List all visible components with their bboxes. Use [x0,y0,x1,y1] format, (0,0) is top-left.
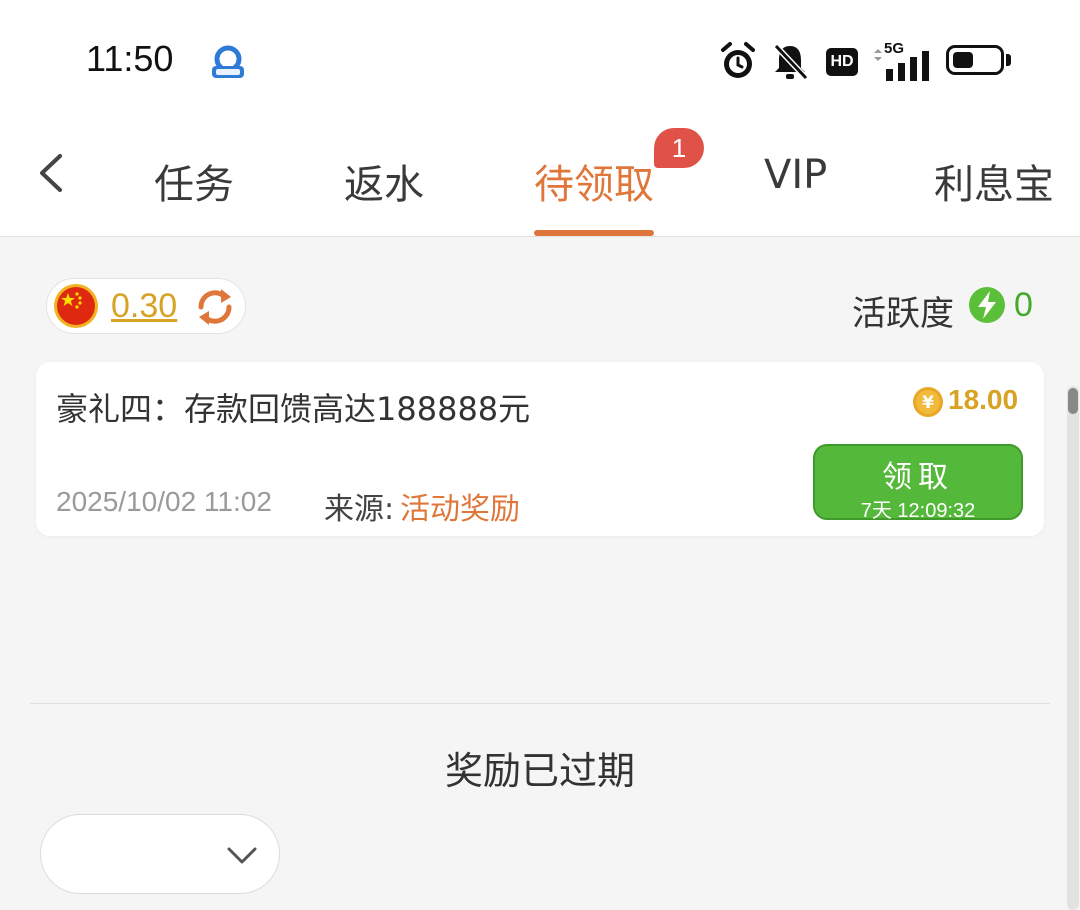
balance-value[interactable]: 0.30 [111,287,177,326]
claim-button[interactable]: 领取 7天 12:09:32 [813,444,1023,522]
reward-source-label: 来源: [324,492,395,527]
balance-pill: 0.30 [46,278,246,334]
expired-section-title: 奖励已过期 [444,749,635,793]
reward-card: 豪礼四：存款回馈高达188888元 ¥ 18.00 2025/10/02 11:… [36,362,1044,536]
scrollbar[interactable] [1067,386,1079,910]
expired-filter-dropdown[interactable] [40,814,280,894]
active-tab-indicator [534,230,654,236]
activity-label: 活跃度 [852,294,954,334]
chevron-down-icon [227,847,257,864]
tab-interest[interactable]: 利息宝 [934,152,1054,210]
reward-source-value: 活动奖励 [400,492,520,527]
hd-badge: HD [826,48,858,76]
svg-text:¥: ¥ [922,393,934,413]
mute-icon [773,43,809,81]
tab-tasks[interactable]: 任务 [154,152,234,210]
activity-value: 0 [1014,286,1033,324]
tab-rebate[interactable]: 返水 [344,152,424,210]
app-icon [212,45,244,78]
signal-icon [874,49,929,81]
battery-cap [1006,54,1011,66]
reward-date: 2025/10/02 11:02 [56,486,272,517]
refresh-icon[interactable] [193,285,237,329]
lightning-icon [969,287,1005,323]
tab-pending[interactable]: 待领取 [534,152,654,210]
battery-level [953,52,973,68]
tab-vip[interactable]: VIP [764,152,827,198]
pending-count-badge: 1 [654,128,704,168]
claim-countdown: 7天 12:09:32 [860,500,976,522]
alarm-icon [721,42,755,78]
chevron-left-icon[interactable] [30,148,76,198]
status-time: 11:50 [86,38,174,79]
china-flag-icon [54,284,98,328]
claim-button-label: 领取 [882,460,954,495]
battery-icon [946,45,1004,75]
reward-title: 豪礼四：存款回馈高达188888元 [56,390,531,428]
scrollbar-thumb[interactable] [1068,388,1078,414]
reward-amount: 18.00 [948,384,1019,415]
status-bar: 11:50 HD 5G [0,0,1080,120]
yuan-coin-icon: ¥ [913,387,943,417]
tab-bar: 任务 返水 待领取 1 VIP 利息宝 [0,120,1080,237]
section-divider [30,703,1050,704]
